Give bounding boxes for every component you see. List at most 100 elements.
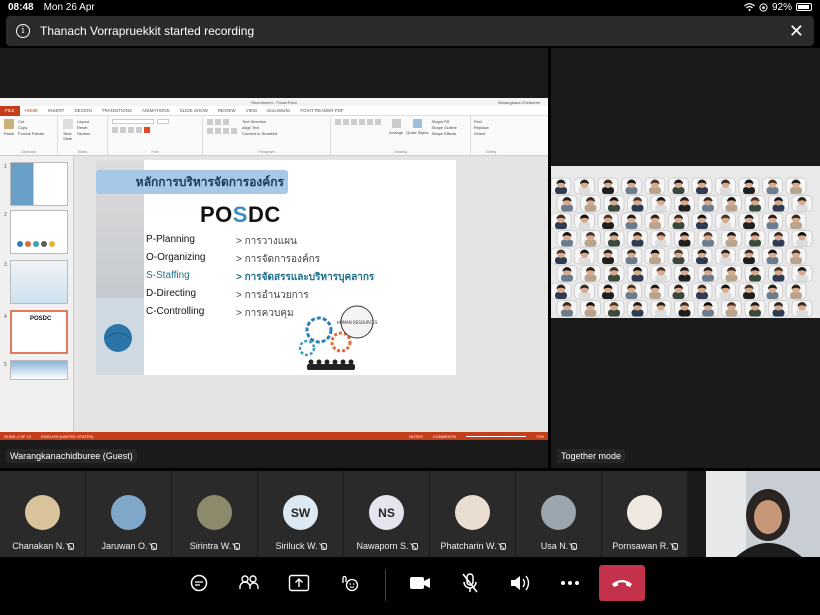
- participant-avatar: [627, 495, 662, 530]
- align-text-button[interactable]: Align Text: [242, 125, 277, 130]
- attendee-body: [719, 257, 732, 264]
- align-left-icon[interactable]: [207, 128, 213, 134]
- ppt-tab-design[interactable]: DESIGN: [69, 108, 96, 113]
- shape-effects-button[interactable]: Shape Effects: [431, 131, 456, 136]
- new-slide-label: New Slide: [63, 131, 72, 141]
- layout-button[interactable]: Layout: [77, 119, 90, 124]
- ppt-tab-home[interactable]: HOME: [20, 108, 44, 113]
- reset-button[interactable]: Reset: [77, 125, 90, 130]
- replace-button[interactable]: Replace: [474, 125, 508, 130]
- shape-star-icon[interactable]: [367, 119, 373, 125]
- section-button[interactable]: Section: [77, 131, 90, 136]
- more-options-button[interactable]: [556, 569, 584, 597]
- select-button[interactable]: Select: [474, 131, 508, 136]
- underline-icon[interactable]: [128, 127, 134, 133]
- participant-name: Chanakan N.: [12, 541, 65, 551]
- battery-percent: 92%: [771, 1, 792, 13]
- ppt-tab-view[interactable]: VIEW: [241, 108, 263, 113]
- slide-thumbnail[interactable]: [10, 210, 68, 254]
- slide-thumbnail[interactable]: [10, 360, 68, 380]
- ppt-tab-slide-show[interactable]: SLIDE SHOW: [175, 108, 213, 113]
- numbering-icon[interactable]: [215, 119, 221, 125]
- participant-tile[interactable]: Pornsawan R.: [602, 471, 687, 557]
- ppt-tab-insert[interactable]: INSERT: [43, 108, 69, 113]
- shape-arrow-icon[interactable]: [359, 119, 365, 125]
- ppt-tab-docuworks[interactable]: DocuWorks: [262, 108, 295, 113]
- paste-icon[interactable]: [4, 119, 14, 129]
- attendee-body: [725, 309, 738, 317]
- camera-button[interactable]: [406, 569, 434, 597]
- shadow-icon[interactable]: [136, 127, 142, 133]
- bullets-icon[interactable]: [207, 119, 213, 125]
- participant-tile[interactable]: Phatcharin W.: [430, 471, 515, 557]
- people-button[interactable]: [235, 569, 263, 597]
- justify-icon[interactable]: [231, 128, 237, 134]
- attendee-body: [749, 204, 761, 212]
- ppt-tab-review[interactable]: REVIEW: [213, 108, 241, 113]
- ppt-tab-file[interactable]: FILE: [0, 105, 20, 116]
- shape-tri-icon[interactable]: [375, 119, 381, 125]
- participant-tile[interactable]: Sirintra W.: [172, 471, 257, 557]
- share-button[interactable]: [285, 569, 313, 597]
- attendee-body: [625, 257, 638, 264]
- indent-icon[interactable]: [223, 119, 229, 125]
- convert-smartart-button[interactable]: Convert to SmartArt: [242, 131, 277, 136]
- participant-tile[interactable]: Chanakan N.: [0, 471, 85, 557]
- attendee-body: [766, 222, 779, 229]
- cut-button[interactable]: Cut: [18, 119, 44, 124]
- font-name-box[interactable]: [112, 119, 154, 124]
- ppt-window-title: Recruitment - PowerPoint: [251, 99, 297, 105]
- mute-button[interactable]: [456, 569, 484, 597]
- quick-styles-icon[interactable]: [412, 119, 422, 128]
- reactions-button[interactable]: [335, 569, 363, 597]
- arrange-icon[interactable]: [391, 119, 401, 128]
- format-painter-button[interactable]: Format Painter: [18, 131, 44, 136]
- participant-name: Nawaporn S.: [356, 541, 409, 551]
- attendee-body: [555, 187, 567, 194]
- attendee-body: [608, 204, 620, 212]
- shape-line-icon[interactable]: [351, 119, 357, 125]
- shape-rect-icon[interactable]: [335, 119, 341, 125]
- font-size-box[interactable]: [157, 119, 170, 124]
- close-icon[interactable]: ✕: [789, 22, 804, 40]
- slide-thumbnail[interactable]: [10, 260, 68, 304]
- people-icon: [239, 575, 259, 589]
- participant-tile[interactable]: SW Siriluck W.: [258, 471, 343, 557]
- chat-button[interactable]: [185, 569, 213, 597]
- speaker-button[interactable]: [506, 569, 534, 597]
- ppt-tab-foxit[interactable]: FOXIT READER PDF: [295, 108, 348, 113]
- ppt-zoom-level: 74%: [535, 433, 544, 439]
- ribbon-group-slides: New Slide Layout Reset Section Slides: [58, 116, 108, 155]
- shape-fill-button[interactable]: Shape Fill: [431, 119, 456, 124]
- slide-thumbnail-selected[interactable]: POSDC: [10, 310, 68, 354]
- participant-tile[interactable]: Usa N.: [516, 471, 601, 557]
- slide-thumbnail[interactable]: [10, 162, 68, 206]
- ppt-notes-button[interactable]: NOTES: [409, 434, 423, 439]
- italic-icon[interactable]: [120, 127, 126, 133]
- shape-outline-button[interactable]: Shape Outline: [431, 125, 456, 130]
- self-view-video[interactable]: [706, 471, 820, 557]
- copy-button[interactable]: Copy: [18, 125, 44, 130]
- together-mode-view[interactable]: [551, 166, 820, 318]
- mic-muted-icon: [570, 543, 578, 550]
- shape-oval-icon[interactable]: [343, 119, 349, 125]
- new-slide-icon[interactable]: [62, 119, 73, 129]
- participant-tile[interactable]: NS Nawaporn S.: [344, 471, 429, 557]
- participant-tile[interactable]: Jaruwan O.: [86, 471, 171, 557]
- align-center-icon[interactable]: [215, 128, 221, 134]
- bold-icon[interactable]: [112, 127, 118, 133]
- text-direction-button[interactable]: Text Direction: [242, 119, 277, 124]
- align-right-icon[interactable]: [223, 128, 229, 134]
- attendee-body: [555, 222, 567, 229]
- ppt-tab-animations[interactable]: ANIMATIONS: [137, 108, 175, 113]
- font-color-icon[interactable]: [144, 127, 150, 133]
- mic-muted-icon: [499, 543, 506, 550]
- ppt-comments-button[interactable]: COMMENTS: [433, 434, 456, 439]
- ppt-tab-transitions[interactable]: TRANSITIONS: [97, 108, 137, 113]
- ppt-zoom-slider[interactable]: [465, 435, 526, 437]
- attendee-body: [608, 309, 620, 317]
- hang-up-button[interactable]: [599, 565, 645, 601]
- attendee-body: [743, 222, 755, 229]
- find-button[interactable]: Find: [474, 119, 508, 124]
- attendee-body: [678, 274, 691, 282]
